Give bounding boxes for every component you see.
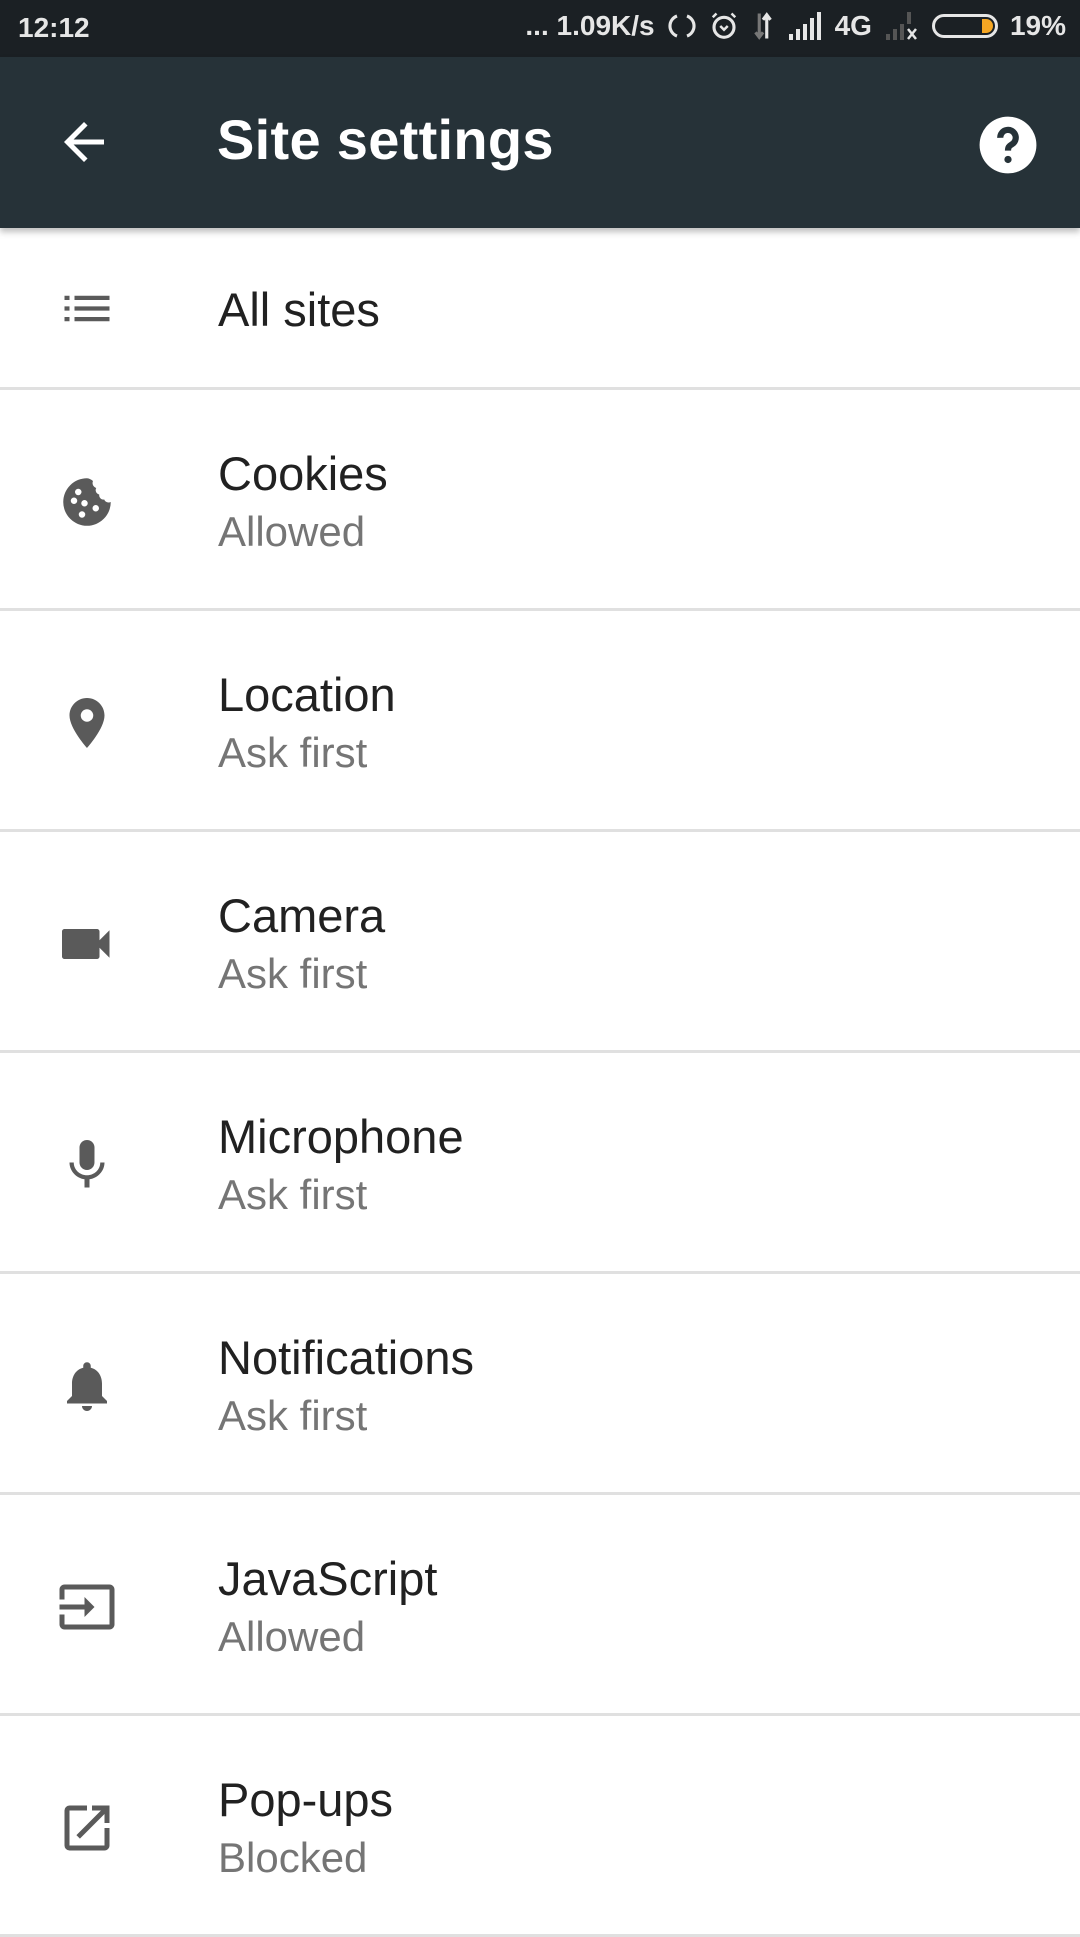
data-transfer-icon — [753, 12, 772, 40]
help-button[interactable] — [977, 114, 1039, 176]
list-item-location[interactable]: Location Ask first — [0, 611, 1080, 832]
status-icons: ... 1.09K/s 4G 19% — [525, 10, 1066, 42]
item-title: Notifications — [218, 1331, 474, 1384]
status-bar: 12:12 ... 1.09K/s 4G 19% — [0, 0, 1080, 57]
item-status: Ask first — [218, 1171, 368, 1218]
arrow-back-icon — [64, 122, 104, 162]
page-title: Site settings — [217, 108, 554, 171]
battery-percent: 19% — [1009, 10, 1066, 41]
microphone-icon — [69, 1140, 105, 1188]
site-settings-list: All sites Cookies Allowed Location Ask f… — [0, 228, 1080, 1937]
item-status: Ask first — [218, 950, 368, 997]
status-time: 12:12 — [18, 12, 90, 43]
list-item-notifications[interactable]: Notifications Ask first — [0, 1274, 1080, 1495]
item-title: Location — [218, 668, 396, 721]
help-icon — [979, 116, 1037, 174]
alarm-icon — [711, 12, 736, 39]
no-signal-icon — [885, 12, 917, 40]
item-title: JavaScript — [218, 1552, 438, 1605]
bell-icon — [67, 1362, 107, 1411]
item-title: Camera — [218, 889, 386, 942]
item-status: Ask first — [218, 1392, 368, 1439]
item-title: All sites — [218, 283, 380, 336]
item-status: Allowed — [218, 508, 366, 555]
list-item-javascript[interactable]: JavaScript Allowed — [0, 1495, 1080, 1716]
item-status: Blocked — [218, 1834, 368, 1881]
list-item-pop-ups[interactable]: Pop-ups Blocked — [0, 1716, 1080, 1937]
signal-icon — [788, 12, 821, 40]
sync-icon — [668, 14, 696, 38]
toolbar: Site settings — [0, 57, 1080, 228]
network-type: 4G — [834, 10, 872, 41]
list-item-all-sites[interactable]: All sites — [0, 228, 1080, 390]
battery-icon — [931, 14, 998, 38]
cookie-icon — [63, 478, 111, 526]
item-status: Ask first — [218, 729, 368, 776]
list-item-camera[interactable]: Camera Ask first — [0, 832, 1080, 1053]
list-item-microphone[interactable]: Microphone Ask first — [0, 1053, 1080, 1274]
item-status: Allowed — [218, 1613, 366, 1660]
videocam-icon — [62, 929, 110, 959]
list-item-cookies[interactable]: Cookies Allowed — [0, 390, 1080, 611]
back-button[interactable] — [54, 112, 114, 172]
input-icon — [59, 1584, 115, 1630]
item-title: Cookies — [218, 447, 388, 500]
list-icon — [64, 295, 110, 322]
open-in-new-icon — [64, 1805, 110, 1851]
item-title: Pop-ups — [218, 1773, 394, 1826]
item-title: Microphone — [218, 1110, 464, 1163]
network-speed: ... 1.09K/s — [525, 10, 655, 41]
location-pin-icon — [69, 698, 105, 748]
